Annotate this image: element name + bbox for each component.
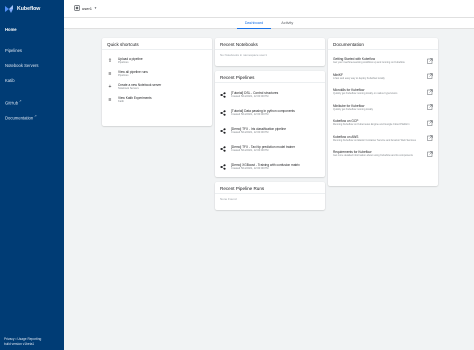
doc-item[interactable]: Minikube for Kubeflow Quickly get Kubefl… bbox=[328, 100, 438, 116]
pipeline-created: Created 5/11/2021, 12:00:00 PM bbox=[231, 149, 269, 153]
tab-dashboard[interactable]: Dashboard bbox=[236, 18, 272, 29]
open-in-new-icon[interactable] bbox=[427, 58, 433, 64]
namespace-selector[interactable]: user1 ▼ bbox=[74, 5, 97, 11]
quick-shortcuts-card: Quick shortcuts ⇧ Upload a pipeline Pipe… bbox=[102, 38, 212, 126]
shortcut-subtitle: Pipelines bbox=[118, 60, 129, 64]
recent-pipelines-title: Recent Pipelines bbox=[215, 71, 325, 83]
list-icon: ≡ bbox=[108, 96, 112, 103]
pipeline-icon bbox=[220, 110, 226, 116]
shortcut-subtitle: Katib bbox=[118, 99, 124, 103]
recent-notebooks-card: Recent Notebooks No Notebooks in namespa… bbox=[215, 38, 325, 66]
recent-runs-empty: None Found bbox=[220, 197, 237, 201]
sidebar-item-github[interactable]: GitHub↗ bbox=[0, 94, 64, 109]
caret-down-icon: ▼ bbox=[94, 6, 97, 10]
sidebar-nav: Home Pipelines Notebook Servers Katib Gi… bbox=[0, 22, 64, 124]
doc-item[interactable]: Requirements for Kubeflow Get more detai… bbox=[328, 146, 438, 162]
doc-item[interactable]: Kubeflow on GCP Running Kubeflow on Kube… bbox=[328, 115, 438, 131]
pipeline-item[interactable]: [Tutorial] DSL - Control structures Crea… bbox=[215, 86, 325, 104]
pipeline-created: Created 5/11/2021, 12:00:00 PM bbox=[231, 95, 269, 99]
sidebar-item-documentation-label: Documentation bbox=[5, 115, 34, 121]
sidebar-item-notebook-servers[interactable]: Notebook Servers bbox=[0, 58, 64, 73]
shortcut-create-notebook[interactable]: + Create a new Notebook server Notebook … bbox=[102, 80, 212, 93]
pipeline-icon bbox=[220, 164, 226, 170]
pipeline-created: Created 5/11/2021, 12:00:00 PM bbox=[231, 131, 269, 135]
recent-runs-card: Recent Pipeline Runs None Found bbox=[215, 182, 325, 210]
external-link-icon: ↗ bbox=[34, 114, 37, 118]
pipeline-created: Created 5/11/2021, 12:00:00 PM bbox=[231, 113, 269, 117]
sidebar-item-home[interactable]: Home bbox=[0, 22, 64, 37]
open-in-new-icon[interactable] bbox=[427, 73, 433, 79]
sidebar: Kubeflow Home Pipelines Notebook Servers… bbox=[0, 0, 64, 350]
privacy-link[interactable]: Privacy bbox=[4, 337, 14, 341]
doc-description: Running Kubeflow on Kubernetes Engine an… bbox=[333, 123, 410, 127]
brand-name: Kubeflow bbox=[17, 6, 41, 12]
list-icon: ≡ bbox=[108, 70, 112, 77]
pipeline-created: Created 5/11/2021, 12:00:00 PM bbox=[231, 167, 269, 171]
open-in-new-icon[interactable] bbox=[427, 104, 433, 110]
tab-bar: Dashboard Activity bbox=[64, 18, 474, 29]
usage-reporting-link[interactable]: Usage Reporting bbox=[17, 337, 41, 341]
doc-item[interactable]: MiniKF A fast and easy way to deploy Kub… bbox=[328, 69, 438, 85]
open-in-new-icon[interactable] bbox=[427, 89, 433, 95]
recent-runs-title: Recent Pipeline Runs bbox=[215, 182, 325, 194]
doc-description: A fast and easy way to deploy Kubeflow l… bbox=[333, 76, 385, 80]
kubeflow-logo-icon bbox=[5, 5, 13, 13]
shortcut-subtitle: Notebook Servers bbox=[118, 86, 139, 90]
tab-activity[interactable]: Activity bbox=[273, 18, 301, 29]
doc-description: Running Kubeflow on Elastic Container Se… bbox=[333, 138, 417, 142]
namespace-icon bbox=[74, 5, 80, 11]
pipeline-icon bbox=[220, 92, 226, 98]
open-in-new-icon[interactable] bbox=[427, 151, 433, 157]
documentation-title: Documentation bbox=[328, 38, 438, 50]
external-link-icon: ↗ bbox=[19, 99, 22, 103]
shortcut-subtitle: Pipelines bbox=[118, 73, 129, 77]
recent-notebooks-title: Recent Notebooks bbox=[215, 38, 325, 50]
doc-description: Quickly get Kubeflow running locally on … bbox=[333, 92, 398, 96]
recent-pipelines-card: Recent Pipelines [Tutorial] DSL - Contro… bbox=[215, 71, 325, 177]
brand[interactable]: Kubeflow bbox=[0, 0, 64, 18]
recent-notebooks-empty: No Notebooks in namespace user1 bbox=[220, 53, 267, 57]
doc-item[interactable]: Microk8s for Kubeflow Quickly get Kubefl… bbox=[328, 84, 438, 100]
quick-shortcuts-title: Quick shortcuts bbox=[102, 38, 212, 50]
pipeline-icon bbox=[220, 128, 226, 134]
upload-icon: ⇧ bbox=[107, 57, 113, 64]
sidebar-item-github-label: GitHub bbox=[5, 100, 19, 106]
pipeline-item[interactable]: [Demo] TFX - Iris classification pipelin… bbox=[215, 122, 325, 140]
open-in-new-icon[interactable] bbox=[427, 135, 433, 141]
doc-description: Quickly get Kubeflow running locally bbox=[333, 107, 374, 111]
build-version: build version v1beta1 bbox=[4, 342, 35, 346]
open-in-new-icon[interactable] bbox=[427, 120, 433, 126]
pipeline-item[interactable]: [Demo] XGBoost - Training with confusion… bbox=[215, 158, 325, 176]
top-bar: user1 ▼ bbox=[64, 0, 474, 18]
pipeline-item[interactable]: [Demo] TFX - Taxi tip prediction model t… bbox=[215, 140, 325, 158]
doc-item[interactable]: Getting Started with Kubeflow Get your m… bbox=[328, 53, 438, 69]
sidebar-item-katib[interactable]: Katib bbox=[0, 73, 64, 88]
namespace-value: user1 bbox=[82, 5, 93, 11]
doc-item[interactable]: Kubeflow on AWS Running Kubeflow on Elas… bbox=[328, 131, 438, 147]
documentation-card: Documentation Getting Started with Kubef… bbox=[328, 38, 438, 186]
sidebar-item-pipelines[interactable]: Pipelines bbox=[0, 43, 64, 58]
add-icon: + bbox=[108, 83, 112, 90]
shortcut-view-pipeline-runs[interactable]: ≡ View all pipeline runs Pipelines bbox=[102, 67, 212, 80]
shortcut-view-katib[interactable]: ≡ View Katib Experiments Katib bbox=[102, 93, 212, 106]
shortcut-upload-pipeline[interactable]: ⇧ Upload a pipeline Pipelines bbox=[102, 54, 212, 67]
sidebar-footer: Privacy • Usage Reporting build version … bbox=[4, 337, 41, 347]
pipeline-item[interactable]: [Tutorial] Data passing in python compon… bbox=[215, 104, 325, 122]
doc-description: Get more detailed information about usin… bbox=[333, 154, 413, 158]
doc-description: Get your machine-learning workflow up an… bbox=[333, 61, 405, 65]
sidebar-item-documentation[interactable]: Documentation↗ bbox=[0, 109, 64, 124]
pipeline-icon bbox=[220, 146, 226, 152]
